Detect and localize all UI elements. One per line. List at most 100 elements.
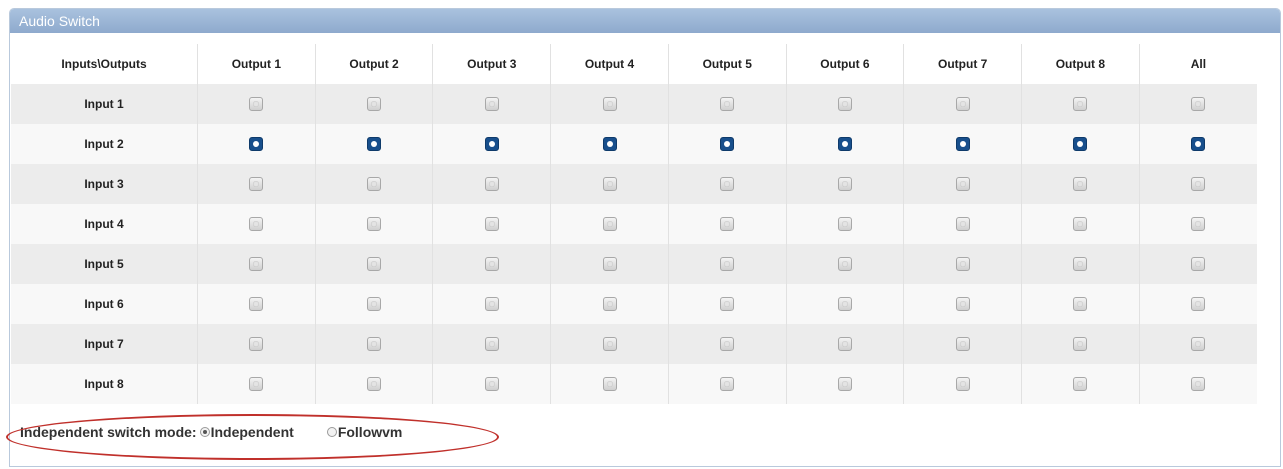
route-toggle[interactable] <box>367 97 382 112</box>
route-toggle[interactable] <box>1073 297 1088 312</box>
route-toggle[interactable] <box>249 257 264 272</box>
header-row: Inputs\Outputs Output 1 Output 2 Output 3O… <box>11 44 1257 84</box>
route-toggle[interactable] <box>1191 137 1206 152</box>
route-toggle[interactable] <box>837 177 852 192</box>
route-toggle[interactable] <box>837 377 852 392</box>
route-toggle[interactable] <box>1073 217 1088 232</box>
row-label: Input 5 <box>11 244 198 284</box>
route-toggle[interactable] <box>837 297 852 312</box>
route-toggle[interactable] <box>955 377 970 392</box>
route-toggle[interactable] <box>602 217 617 232</box>
column-header-5: Output 5 <box>667 44 787 84</box>
route-toggle[interactable] <box>720 97 735 112</box>
route-toggle[interactable] <box>1191 297 1206 312</box>
matrix-cell <box>1138 244 1257 284</box>
route-toggle[interactable] <box>837 97 852 112</box>
matrix-cell <box>432 364 551 404</box>
route-toggle[interactable] <box>484 377 499 392</box>
route-toggle[interactable] <box>367 137 382 152</box>
matrix-cell <box>903 124 1022 164</box>
route-toggle[interactable] <box>955 97 970 112</box>
route-toggle[interactable] <box>602 97 617 112</box>
route-toggle[interactable] <box>955 257 970 272</box>
matrix-cell <box>667 284 787 324</box>
independent-label: Independent <box>210 424 294 440</box>
route-toggle[interactable] <box>484 217 499 232</box>
route-toggle[interactable] <box>484 337 499 352</box>
matrix-cell <box>903 364 1022 404</box>
matrix-row: Input 4 <box>11 204 1257 244</box>
matrix-cell <box>667 244 787 284</box>
route-toggle[interactable] <box>955 337 970 352</box>
route-toggle[interactable] <box>249 97 264 112</box>
route-toggle[interactable] <box>602 337 617 352</box>
route-toggle[interactable] <box>1191 217 1206 232</box>
route-toggle[interactable] <box>720 137 735 152</box>
route-toggle[interactable] <box>1073 257 1088 272</box>
matrix-cell <box>197 204 316 244</box>
route-toggle[interactable] <box>1073 377 1088 392</box>
route-toggle[interactable] <box>837 337 852 352</box>
route-toggle[interactable] <box>367 257 382 272</box>
route-toggle[interactable] <box>602 177 617 192</box>
route-toggle[interactable] <box>1073 97 1088 112</box>
route-toggle[interactable] <box>602 257 617 272</box>
route-toggle[interactable] <box>249 337 264 352</box>
route-toggle[interactable] <box>720 257 735 272</box>
matrix-cell <box>197 124 316 164</box>
matrix-cell <box>903 284 1022 324</box>
route-toggle[interactable] <box>602 377 617 392</box>
route-toggle[interactable] <box>1191 257 1206 272</box>
mode-option-followvm[interactable]: Followvm <box>324 424 402 440</box>
followvm-radio[interactable] <box>326 427 337 437</box>
route-toggle[interactable] <box>837 257 852 272</box>
route-toggle[interactable] <box>1191 377 1206 392</box>
route-toggle[interactable] <box>249 137 264 152</box>
route-toggle[interactable] <box>955 297 970 312</box>
route-toggle[interactable] <box>602 137 617 152</box>
route-toggle[interactable] <box>367 337 382 352</box>
route-toggle[interactable] <box>955 217 970 232</box>
route-toggle[interactable] <box>720 217 735 232</box>
route-toggle[interactable] <box>1191 177 1206 192</box>
route-toggle[interactable] <box>720 337 735 352</box>
route-toggle[interactable] <box>484 137 499 152</box>
route-toggle[interactable] <box>720 177 735 192</box>
route-toggle[interactable] <box>249 377 264 392</box>
route-toggle[interactable] <box>367 177 382 192</box>
route-toggle[interactable] <box>484 297 499 312</box>
row-label: Input 3 <box>11 164 198 204</box>
route-toggle[interactable] <box>367 377 382 392</box>
route-toggle[interactable] <box>837 217 852 232</box>
route-toggle[interactable] <box>484 257 499 272</box>
route-toggle[interactable] <box>1073 177 1088 192</box>
matrix-cell <box>550 124 669 164</box>
route-toggle[interactable] <box>720 297 735 312</box>
route-toggle[interactable] <box>249 297 264 312</box>
route-toggle[interactable] <box>367 217 382 232</box>
route-toggle[interactable] <box>1191 337 1206 352</box>
matrix-cell <box>197 324 316 364</box>
routing-table: Inputs\Outputs Output 1 Output 2 Output 3O… <box>11 44 1257 404</box>
route-toggle[interactable] <box>249 177 264 192</box>
route-toggle[interactable] <box>720 377 735 392</box>
matrix-cell <box>550 324 669 364</box>
route-toggle[interactable] <box>484 97 499 112</box>
route-toggle[interactable] <box>367 297 382 312</box>
route-toggle[interactable] <box>484 177 499 192</box>
route-toggle[interactable] <box>837 137 852 152</box>
matrix-cell <box>785 204 904 244</box>
route-toggle[interactable] <box>602 297 617 312</box>
matrix-cell <box>785 84 904 124</box>
column-header-8: Output 8 <box>1021 44 1140 84</box>
route-toggle[interactable] <box>249 217 264 232</box>
matrix-cell <box>314 204 433 244</box>
matrix-cell <box>1138 164 1257 204</box>
route-toggle[interactable] <box>1191 97 1206 112</box>
route-toggle[interactable] <box>1073 337 1088 352</box>
route-toggle[interactable] <box>955 137 970 152</box>
route-toggle[interactable] <box>1073 137 1088 152</box>
mode-option-independent[interactable]: Independent <box>197 424 294 440</box>
independent-radio[interactable] <box>199 427 210 437</box>
route-toggle[interactable] <box>955 177 970 192</box>
